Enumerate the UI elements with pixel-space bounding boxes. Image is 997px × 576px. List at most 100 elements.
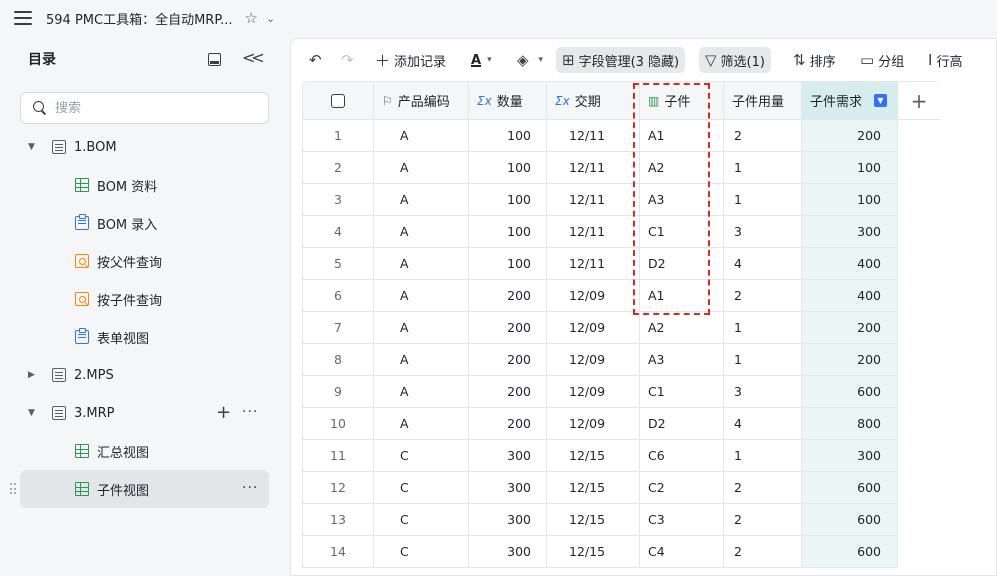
table-cell[interactable]: 100: [469, 184, 547, 216]
table-cell[interactable]: 6: [303, 280, 374, 312]
table-cell[interactable]: 2: [303, 152, 374, 184]
table-cell[interactable]: 200: [469, 280, 547, 312]
table-cell[interactable]: D2: [640, 408, 724, 440]
panel-toggle-icon[interactable]: [208, 53, 221, 66]
table-cell[interactable]: 11: [303, 440, 374, 472]
add-column-button[interactable]: +: [898, 82, 940, 120]
table-cell[interactable]: 2: [724, 536, 802, 568]
table-row[interactable]: 11 C 300 12/15 C6 1 300: [303, 440, 940, 472]
table-cell[interactable]: 9: [303, 376, 374, 408]
menu-icon[interactable]: [14, 11, 32, 25]
table-row[interactable]: 2 A 100 12/11 A2 1 100: [303, 152, 940, 184]
table-cell[interactable]: 1: [303, 120, 374, 152]
table-cell[interactable]: 14: [303, 536, 374, 568]
select-all-checkbox[interactable]: [331, 93, 345, 108]
filter-button[interactable]: ▽ 筛选(1): [699, 47, 771, 73]
table-cell[interactable]: 1: [724, 312, 802, 344]
caret-right-icon[interactable]: ▶: [28, 370, 35, 380]
more-icon[interactable]: ···: [242, 404, 258, 420]
caret-down-icon[interactable]: ▼: [28, 142, 35, 152]
table-row[interactable]: 12 C 300 12/15 C2 2 600: [303, 472, 940, 504]
table-row[interactable]: 3 A 100 12/11 A3 1 100: [303, 184, 940, 216]
table-cell[interactable]: 12/09: [547, 344, 640, 376]
table-cell[interactable]: 100: [802, 184, 898, 216]
table-cell[interactable]: 400: [802, 248, 898, 280]
table-cell[interactable]: 100: [469, 120, 547, 152]
table-cell[interactable]: 300: [469, 536, 547, 568]
table-cell[interactable]: 600: [802, 472, 898, 504]
table-cell[interactable]: 7: [303, 312, 374, 344]
column-header[interactable]: 子件用量: [724, 82, 802, 120]
table-cell[interactable]: 12/11: [547, 184, 640, 216]
table-cell[interactable]: 600: [802, 536, 898, 568]
table-cell[interactable]: A: [374, 312, 469, 344]
table-cell[interactable]: 100: [469, 216, 547, 248]
table-cell[interactable]: C: [374, 472, 469, 504]
search-box[interactable]: [20, 92, 269, 124]
table-cell[interactable]: 1: [724, 152, 802, 184]
table-cell[interactable]: 200: [469, 344, 547, 376]
table-cell[interactable]: C2: [640, 472, 724, 504]
table-cell[interactable]: 2: [724, 504, 802, 536]
table-cell[interactable]: 4: [303, 216, 374, 248]
table-cell[interactable]: 5: [303, 248, 374, 280]
table-row[interactable]: 4 A 100 12/11 C1 3 300: [303, 216, 940, 248]
table-row[interactable]: 7 A 200 12/09 A2 1 200: [303, 312, 940, 344]
field-manage-button[interactable]: ⊞ 字段管理(3 隐藏): [556, 47, 686, 73]
table-cell[interactable]: D2: [640, 248, 724, 280]
group-button[interactable]: ▭ 分组: [860, 47, 904, 73]
table-cell[interactable]: A2: [640, 312, 724, 344]
fill-color-button[interactable]: ◈ ▾: [517, 47, 543, 73]
table-cell[interactable]: 1: [724, 184, 802, 216]
table-cell[interactable]: C: [374, 504, 469, 536]
table-cell[interactable]: 12: [303, 472, 374, 504]
table-cell[interactable]: C3: [640, 504, 724, 536]
sidebar-item[interactable]: 按子件查询: [20, 280, 269, 318]
table-cell[interactable]: 200: [469, 376, 547, 408]
add-icon[interactable]: +: [216, 402, 231, 423]
table-row[interactable]: 13 C 300 12/15 C3 2 600: [303, 504, 940, 536]
row-height-button[interactable]: Ⅰ 行高: [928, 47, 962, 73]
table-cell[interactable]: 2: [724, 120, 802, 152]
table-row[interactable]: 9 A 200 12/09 C1 3 600: [303, 376, 940, 408]
sidebar-item[interactable]: BOM 资料: [20, 166, 269, 204]
star-icon[interactable]: ☆: [245, 9, 258, 27]
table-cell[interactable]: 100: [469, 152, 547, 184]
table-cell[interactable]: A: [374, 120, 469, 152]
table-cell[interactable]: 12/11: [547, 152, 640, 184]
table-cell[interactable]: C: [374, 536, 469, 568]
table-cell[interactable]: 12/11: [547, 248, 640, 280]
table-cell[interactable]: 3: [724, 376, 802, 408]
column-header[interactable]: ⚐ 产品编码: [374, 82, 469, 120]
table-cell[interactable]: 200: [469, 312, 547, 344]
collapse-sidebar-icon[interactable]: <<: [242, 48, 265, 67]
table-cell[interactable]: 200: [469, 408, 547, 440]
table-cell[interactable]: 2: [724, 280, 802, 312]
table-cell[interactable]: A: [374, 408, 469, 440]
table-row[interactable]: 10 A 200 12/09 D2 4 800: [303, 408, 940, 440]
table-cell[interactable]: A: [374, 184, 469, 216]
column-header[interactable]: Σx 数量: [469, 82, 547, 120]
table-cell[interactable]: C1: [640, 216, 724, 248]
table-cell[interactable]: 300: [802, 216, 898, 248]
table-cell[interactable]: 4: [724, 408, 802, 440]
table-cell[interactable]: 12/15: [547, 440, 640, 472]
sidebar-item[interactable]: ▶ 2.MPS: [20, 356, 269, 394]
column-header[interactable]: 子件需求 ▼: [802, 82, 898, 120]
text-color-button[interactable]: A ▾: [471, 47, 492, 73]
table-row[interactable]: 14 C 300 12/15 C4 2 600: [303, 536, 940, 568]
sidebar-item[interactable]: BOM 录入: [20, 204, 269, 242]
table-row[interactable]: 5 A 100 12/11 D2 4 400: [303, 248, 940, 280]
table-cell[interactable]: 300: [469, 504, 547, 536]
table-cell[interactable]: 600: [802, 504, 898, 536]
table-cell[interactable]: 800: [802, 408, 898, 440]
table-cell[interactable]: 200: [802, 312, 898, 344]
table-cell[interactable]: A: [374, 248, 469, 280]
table-cell[interactable]: A2: [640, 152, 724, 184]
undo-button[interactable]: ↶: [309, 47, 326, 73]
table-cell[interactable]: A: [374, 280, 469, 312]
table-cell[interactable]: A: [374, 216, 469, 248]
table-cell[interactable]: 100: [802, 152, 898, 184]
table-cell[interactable]: 600: [802, 376, 898, 408]
table-row[interactable]: 6 A 200 12/09 A1 2 400: [303, 280, 940, 312]
